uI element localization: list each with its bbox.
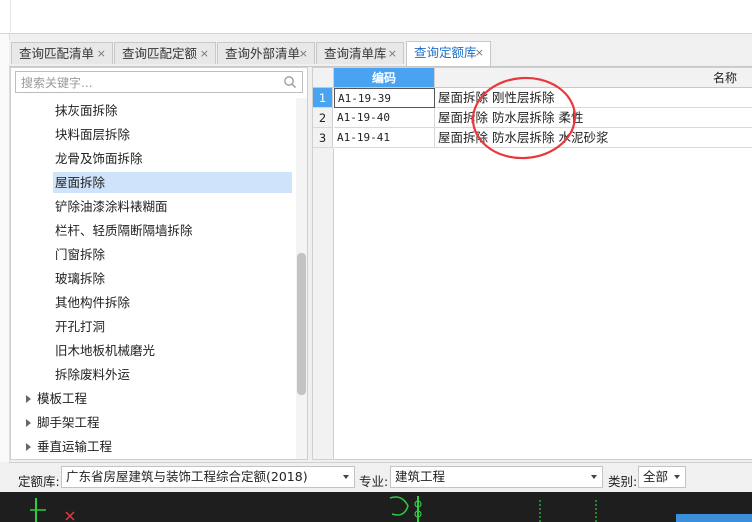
scrollbar-thumb[interactable] <box>297 253 306 395</box>
quota-tree-panel: 抹灰面拆除 块料面层拆除 龙骨及饰面拆除 屋面拆除 铲除油漆涂料裱糊面 栏杆、轻… <box>10 67 308 460</box>
close-icon[interactable]: × <box>97 43 106 65</box>
tree-item-label: 垂直运输工程 <box>37 439 113 454</box>
tab-query-external-list[interactable]: 查询外部清单 × <box>217 42 315 64</box>
category-select[interactable]: 全部 <box>638 466 686 488</box>
tree-item-label: 旧木地板机械磨光 <box>55 343 156 358</box>
expand-arrow-icon[interactable] <box>26 442 31 451</box>
quota-library-select[interactable]: 广东省房屋建筑与装饰工程综合定额(2018) <box>61 466 355 488</box>
tree-item-label: 玻璃拆除 <box>55 271 106 286</box>
expand-arrow-icon[interactable] <box>26 418 31 427</box>
major-label: 专业: <box>359 474 389 489</box>
top-blank-panel <box>0 0 752 34</box>
cad-drawing-fragment <box>30 496 752 522</box>
left-edge-strip <box>0 34 10 462</box>
top-inner-area <box>10 0 752 32</box>
cad-canvas-strip <box>0 492 752 522</box>
quota-library-value: 广东省房屋建筑与装饰工程综合定额(2018) <box>66 469 308 484</box>
tree-scrollbar[interactable] <box>296 98 307 459</box>
tab-label: 查询匹配清单 <box>19 46 95 61</box>
tree-item-label: 屋面拆除 <box>55 175 106 190</box>
tree-item[interactable]: 栏杆、轻质隔断隔墙拆除 <box>55 220 193 241</box>
dropdown-arrow-icon[interactable] <box>343 475 349 479</box>
search-icon[interactable] <box>283 75 297 89</box>
table-cell-code[interactable]: A1-19-41 <box>334 128 435 148</box>
tree-item[interactable]: 开孔打洞 <box>55 316 105 337</box>
tree-item[interactable]: 门窗拆除 <box>55 244 105 265</box>
tree-item-label: 龙骨及饰面拆除 <box>55 151 143 166</box>
row-number[interactable]: 1 <box>313 88 333 108</box>
search-input[interactable] <box>19 73 283 93</box>
corner-header <box>313 68 334 88</box>
table-cell-code[interactable]: A1-19-39 <box>334 88 435 108</box>
tab-bar: 查询匹配清单 × 查询匹配定额 × 查询外部清单 × 查询清单库 × 查询定额库 × <box>9 40 752 67</box>
column-header-code[interactable]: 编码 <box>334 68 435 88</box>
tab-label: 查询定额库 <box>414 45 477 60</box>
table-cell-code[interactable]: A1-19-40 <box>334 108 435 128</box>
close-icon[interactable]: × <box>299 43 308 65</box>
tree-item[interactable]: 旧木地板机械磨光 <box>55 340 155 361</box>
tree-group[interactable]: 垂直运输工程 <box>26 436 112 457</box>
tree-item[interactable]: 玻璃拆除 <box>55 268 105 289</box>
tree-item-label: 门窗拆除 <box>55 247 106 262</box>
tree-item[interactable]: 其他构件拆除 <box>55 292 130 313</box>
tab-query-match-quota[interactable]: 查询匹配定额 × <box>114 42 216 64</box>
quota-library-label: 定额库: <box>18 474 60 489</box>
major-select[interactable]: 建筑工程 <box>390 466 603 488</box>
tree-item-label: 铲除油漆涂料裱糊面 <box>55 199 168 214</box>
tab-label: 查询清单库 <box>324 46 387 61</box>
tab-label: 查询外部清单 <box>225 46 301 61</box>
expand-arrow-icon[interactable] <box>26 394 31 403</box>
dropdown-arrow-icon[interactable] <box>591 475 597 479</box>
tab-label: 查询匹配定额 <box>122 46 198 61</box>
tree-item-selected[interactable]: 屋面拆除 <box>53 172 292 193</box>
row-number[interactable]: 2 <box>313 108 333 128</box>
major-value: 建筑工程 <box>395 469 446 484</box>
tree-item-label: 其他构件拆除 <box>55 295 131 310</box>
category-value: 全部 <box>643 469 669 484</box>
filter-bar: 定额库: 广东省房屋建筑与装饰工程综合定额(2018) 专业: 建筑工程 类别:… <box>9 462 752 493</box>
tree-item[interactable]: 块料面层拆除 <box>55 124 130 145</box>
tab-query-match-list[interactable]: 查询匹配清单 × <box>11 42 113 64</box>
tree-item-label: 开孔打洞 <box>55 319 106 334</box>
row-header-gutter <box>313 148 334 459</box>
tree-group[interactable]: 模板工程 <box>26 388 87 409</box>
close-icon[interactable]: × <box>388 43 397 65</box>
tree-item-label: 模板工程 <box>37 391 88 406</box>
tab-query-quota-library[interactable]: 查询定额库 × <box>406 41 491 66</box>
tree-item[interactable]: 抹灰面拆除 <box>55 100 118 121</box>
tree-item[interactable]: 铲除油漆涂料裱糊面 <box>55 196 168 217</box>
tab-query-list-library[interactable]: 查询清单库 × <box>316 42 404 64</box>
tree-item[interactable]: 拆除废料外运 <box>55 364 130 385</box>
tree-item-label: 栏杆、轻质隔断隔墙拆除 <box>55 223 193 238</box>
category-label: 类别: <box>608 474 638 489</box>
tree-item-label: 拆除废料外运 <box>55 367 131 382</box>
close-icon[interactable]: × <box>475 42 484 64</box>
category-tree: 抹灰面拆除 块料面层拆除 龙骨及饰面拆除 屋面拆除 铲除油漆涂料裱糊面 栏杆、轻… <box>11 97 296 459</box>
close-icon[interactable]: × <box>200 43 209 65</box>
tree-item-label: 脚手架工程 <box>37 415 100 430</box>
tree-item-label: 抹灰面拆除 <box>55 103 118 118</box>
tree-group[interactable]: 脚手架工程 <box>26 412 100 433</box>
tree-item-label: 块料面层拆除 <box>55 127 131 142</box>
dropdown-arrow-icon[interactable] <box>674 475 680 479</box>
red-annotation-ellipse <box>471 76 577 160</box>
search-box[interactable] <box>15 71 303 93</box>
row-number[interactable]: 3 <box>313 128 333 148</box>
tree-item[interactable]: 龙骨及饰面拆除 <box>55 148 143 169</box>
